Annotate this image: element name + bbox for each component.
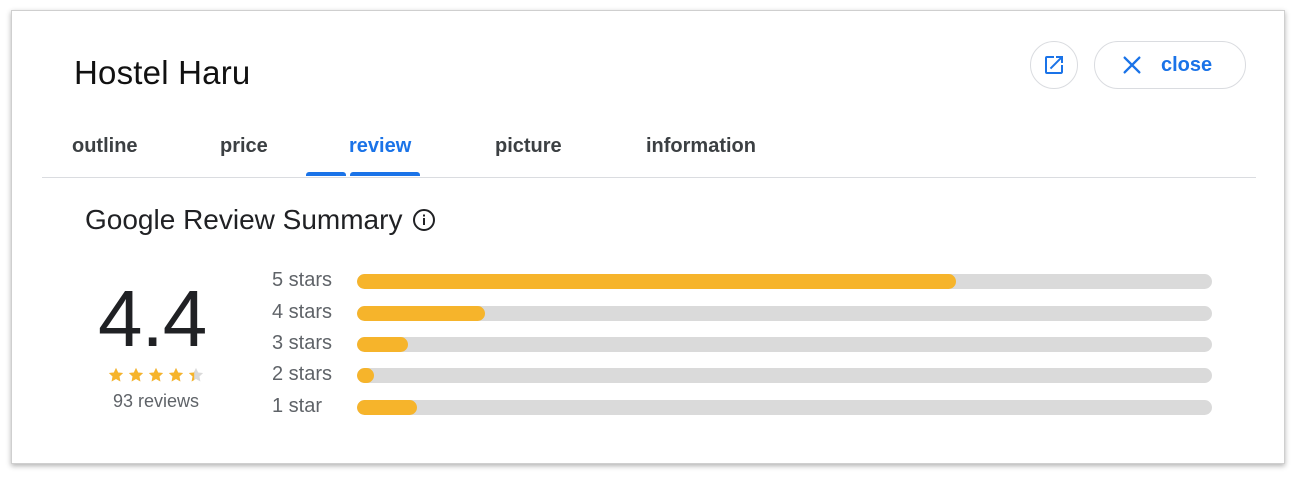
tab-picture[interactable]: picture <box>495 135 562 158</box>
review-summary-title: Google Review Summary <box>85 204 403 235</box>
review-count: 93 reviews <box>113 391 200 411</box>
rating-bar-track <box>357 337 1212 352</box>
rating-row-label: 2 stars <box>272 363 333 385</box>
rating-bar-fill <box>357 337 409 352</box>
tab-divider <box>42 177 1256 178</box>
star-icon <box>168 367 184 382</box>
rating-row: 2 stars <box>272 363 1222 387</box>
tab-outline[interactable]: outline <box>72 135 138 158</box>
rating-bar-fill <box>357 368 375 383</box>
hotel-review-card: Hostel Haru close outline price review p… <box>11 10 1285 464</box>
rating-row: 5 stars <box>272 269 1222 293</box>
rating-bar-track <box>357 306 1212 321</box>
tab-price[interactable]: price <box>220 135 268 158</box>
rating-bar-track <box>357 368 1212 383</box>
star-icon <box>108 367 124 382</box>
rating-bar-track <box>357 274 1212 289</box>
rating-row-label: 1 star <box>272 395 323 417</box>
info-icon[interactable] <box>412 208 436 232</box>
open-in-new-icon <box>1042 53 1066 77</box>
rating-bar-fill <box>357 274 956 289</box>
rating-bar-track <box>357 400 1212 415</box>
close-button[interactable]: close <box>1094 41 1246 89</box>
rating-row-label: 4 stars <box>272 301 333 323</box>
close-icon <box>1121 54 1143 76</box>
rating-row-label: 3 stars <box>272 332 333 354</box>
open-in-new-button[interactable] <box>1030 41 1078 89</box>
tab-bar: outline price review picture information <box>42 121 1256 177</box>
star-icon <box>128 367 144 382</box>
tab-active-indicator <box>306 172 346 176</box>
tab-active-indicator-main <box>350 172 420 176</box>
rating-row: 1 star <box>272 395 1222 419</box>
star-icon <box>148 367 164 382</box>
review-summary-heading: Google Review Summary <box>85 204 436 236</box>
close-label: close <box>1161 53 1213 76</box>
rating-row-label: 5 stars <box>272 269 333 291</box>
tab-review[interactable]: review <box>349 135 411 158</box>
rating-bar-fill <box>357 400 417 415</box>
rating-row: 4 stars <box>272 301 1222 325</box>
rating-bar-fill <box>357 306 486 321</box>
star-icon <box>188 367 204 382</box>
rating-row: 3 stars <box>272 332 1222 356</box>
tab-information[interactable]: information <box>646 135 756 158</box>
star-rating <box>107 366 207 384</box>
average-rating: 4.4 <box>98 274 207 363</box>
page-title: Hostel Haru <box>74 54 251 91</box>
